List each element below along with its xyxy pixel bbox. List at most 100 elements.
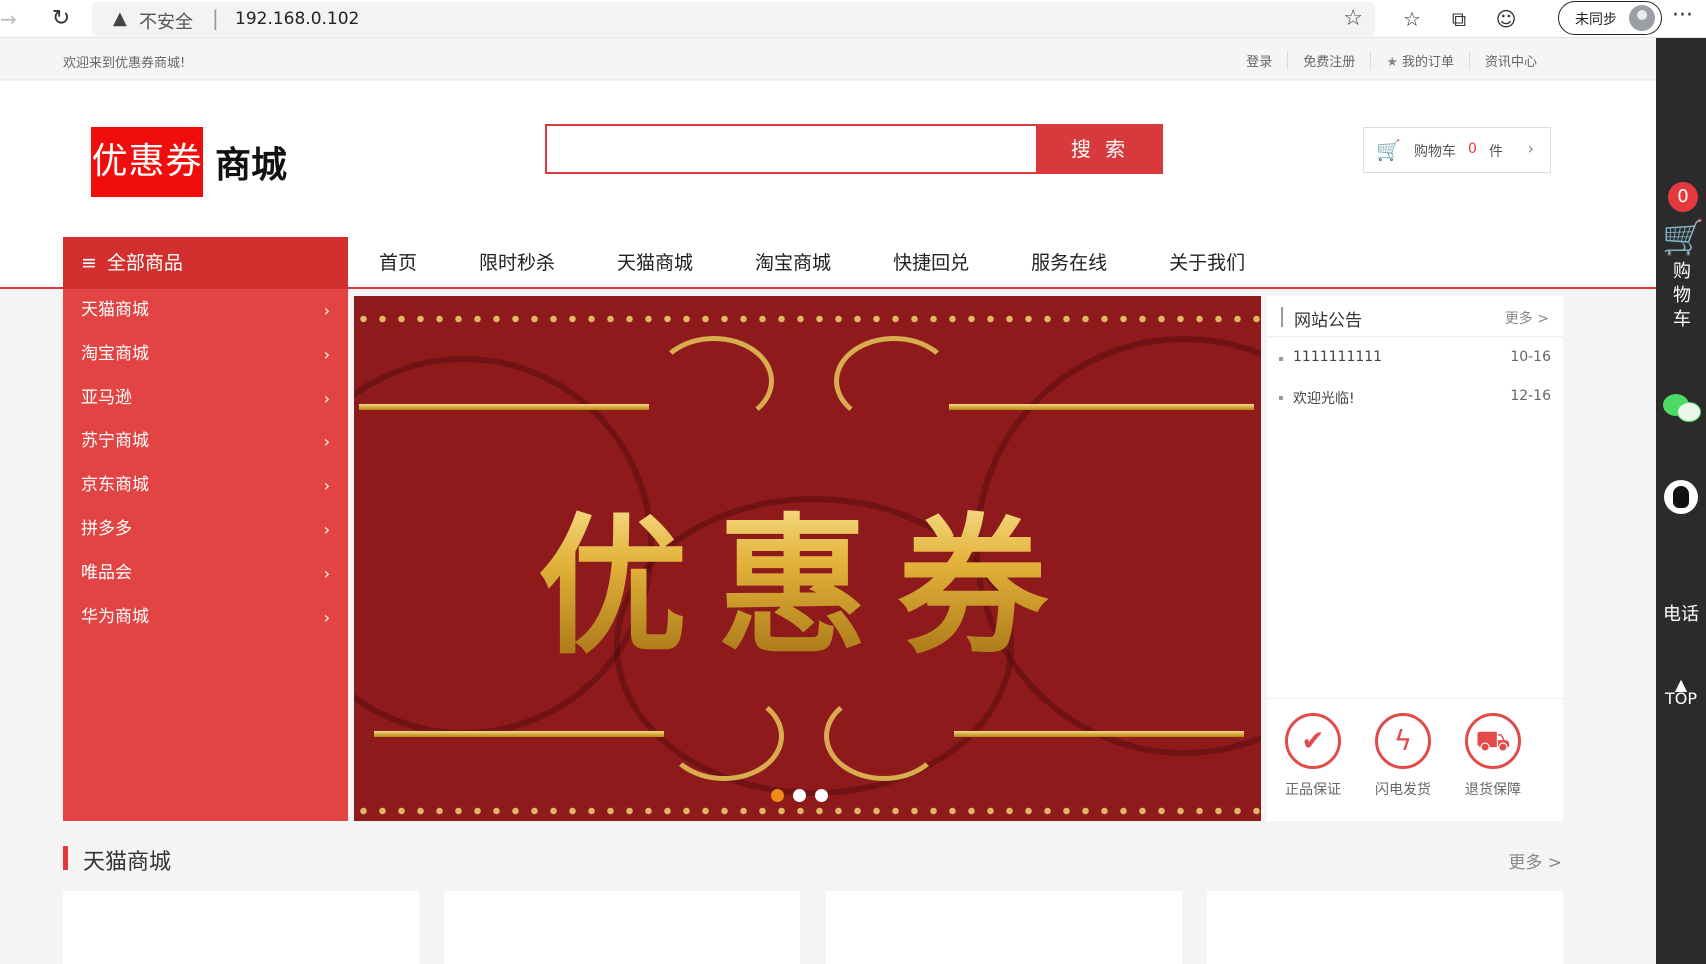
category-item[interactable]: 华为商城 › — [63, 596, 348, 640]
guarantee-item[interactable]: ϟ 闪电发货 — [1363, 713, 1443, 799]
category-item[interactable]: 唯品会 › — [63, 552, 348, 596]
category-sidebar: 天猫商城 › 淘宝商城 › 亚马逊 › 苏宁商城 › 京东商城 › 拼多多 › 唯品会 › 华… — [63, 289, 348, 821]
category-label: 淘宝商城 — [81, 343, 149, 364]
star-icon: ★ — [1386, 55, 1398, 70]
chevron-right-icon: › — [323, 519, 330, 539]
browser-toolbar: → ↻ ▲ 不安全 | 192.168.0.102 ☆ ☆ ⧉ ☺ 未同步 ··… — [0, 0, 1706, 38]
nav-taobao[interactable]: 淘宝商城 — [724, 237, 862, 289]
category-label: 天猫商城 — [81, 300, 149, 320]
all-goods-button[interactable]: ≡ 全部商品 — [63, 237, 348, 289]
product-card[interactable] — [444, 891, 800, 964]
category-label: 华为商城 — [81, 606, 149, 627]
category-label: 亚马逊 — [81, 387, 132, 408]
lightning-icon: ϟ — [1375, 713, 1431, 769]
phone-button[interactable]: 电话 — [1656, 600, 1706, 626]
section-title: 天猫商城 — [63, 844, 172, 875]
banner-dots-top — [354, 314, 1261, 324]
category-item[interactable]: 亚马逊 › — [63, 377, 348, 421]
notice-more-link[interactable]: 更多 > — [1505, 308, 1549, 328]
guarantee-label: 闪电发货 — [1375, 782, 1431, 798]
wechat-icon[interactable] — [1663, 392, 1701, 422]
guarantee-item[interactable]: ⛟ 退货保障 — [1453, 713, 1533, 799]
guarantee-item[interactable]: ✔ 正品保证 — [1273, 713, 1353, 799]
sync-label: 未同步 — [1575, 12, 1617, 28]
site-logo[interactable]: 优惠券 商城 — [91, 127, 287, 197]
category-item[interactable]: 拼多多 › — [63, 508, 348, 552]
reload-icon[interactable]: ↻ — [46, 5, 76, 33]
top-links: 登录 免费注册 ★ 我的订单 资讯中心 — [1231, 51, 1552, 70]
warning-icon: ▲ — [113, 8, 127, 29]
welcome-text: 欢迎来到优惠券商城! — [63, 56, 186, 71]
profile-sync-button[interactable]: 未同步 — [1558, 1, 1662, 35]
slide-dot-2[interactable] — [793, 789, 806, 802]
category-label: 京东商城 — [81, 475, 149, 496]
category-item[interactable]: 天猫商城 › — [63, 289, 348, 333]
banner-ornament — [834, 336, 954, 426]
notice-date: 12-16 — [1510, 388, 1551, 404]
bullet-icon — [1279, 396, 1283, 400]
notice-title: 网站公告 — [1294, 311, 1362, 331]
notice-item[interactable]: 1111111111 10-16 — [1279, 349, 1551, 371]
feedback-icon[interactable]: ☺ — [1491, 4, 1521, 34]
product-card[interactable] — [826, 891, 1182, 964]
banner-gold-line — [949, 404, 1254, 410]
nav-quick-redeem[interactable]: 快捷回兑 — [862, 237, 1000, 289]
collections-icon[interactable]: ⧉ — [1444, 4, 1474, 34]
cart-count-badge: 0 — [1668, 182, 1698, 212]
chevron-right-icon: › — [323, 388, 330, 408]
site-header: 优惠券 商城 搜 索 🛒 购物车 0 件 › — [0, 81, 1656, 237]
address-bar[interactable]: ▲ 不安全 | 192.168.0.102 ☆ — [92, 2, 1375, 36]
nav-service[interactable]: 服务在线 — [1000, 237, 1138, 289]
login-link[interactable]: 登录 — [1231, 51, 1287, 70]
url-text[interactable]: 192.168.0.102 — [235, 9, 359, 29]
notice-item[interactable]: 欢迎光临! 12-16 — [1279, 388, 1551, 410]
my-orders-label: 我的订单 — [1401, 55, 1454, 70]
category-item[interactable]: 京东商城 › — [63, 464, 348, 508]
right-float-bar: 0 🛒 购物车 电话 ▲ TOP — [1656, 38, 1706, 964]
qq-icon[interactable] — [1664, 480, 1698, 514]
product-card[interactable] — [63, 891, 419, 964]
chevron-right-icon: › — [323, 607, 330, 627]
section-more-link[interactable]: 更多 > — [1508, 848, 1562, 873]
search-button[interactable]: 搜 索 — [1037, 124, 1163, 174]
favorites-list-icon[interactable]: ☆ — [1397, 4, 1427, 34]
back-to-top-button[interactable]: ▲ TOP — [1656, 677, 1706, 707]
back-arrow-icon[interactable]: → — [0, 5, 22, 33]
category-label: 拼多多 — [81, 518, 132, 539]
nav-tmall[interactable]: 天猫商城 — [586, 237, 724, 289]
slide-dot-3[interactable] — [815, 789, 828, 802]
favorite-star-icon[interactable]: ☆ — [1343, 6, 1363, 31]
notice-text: 1111111111 — [1293, 349, 1383, 365]
banner-gold-line — [374, 731, 664, 737]
guarantee-label: 退货保障 — [1465, 782, 1521, 798]
insecure-label: 不安全 — [139, 12, 193, 33]
cart-unit: 件 — [1489, 144, 1503, 160]
news-center-link[interactable]: 资讯中心 — [1468, 51, 1552, 70]
menu-icon: ≡ — [81, 252, 97, 274]
banner-ornament — [664, 691, 784, 781]
category-item[interactable]: 苏宁商城 › — [63, 420, 348, 464]
product-card[interactable] — [1207, 891, 1563, 964]
shield-check-icon: ✔ — [1285, 713, 1341, 769]
register-link[interactable]: 免费注册 — [1287, 51, 1370, 70]
cart-icon[interactable]: 🛒 — [1662, 218, 1704, 258]
nav-flash-sale[interactable]: 限时秒杀 — [448, 237, 586, 289]
header-cart-button[interactable]: 🛒 购物车 0 件 › — [1363, 127, 1551, 173]
notice-text: 欢迎光临! — [1293, 391, 1355, 407]
chevron-right-icon: › — [323, 301, 330, 320]
nav-about[interactable]: 关于我们 — [1138, 237, 1276, 289]
nav-home[interactable]: 首页 — [348, 237, 448, 289]
banner-dots-bottom — [354, 806, 1261, 816]
more-menu-icon[interactable]: ··· — [1672, 3, 1693, 28]
chevron-right-icon: › — [323, 563, 330, 583]
search-input[interactable] — [545, 124, 1038, 174]
cart-icon: 🛒 — [1376, 138, 1401, 162]
my-orders-link[interactable]: ★ 我的订单 — [1370, 51, 1469, 70]
category-item[interactable]: 淘宝商城 › — [63, 333, 348, 377]
sidebar-cart-label[interactable]: 购物车 — [1670, 260, 1694, 332]
banner-gold-line — [359, 404, 649, 410]
section-title-text: 天猫商城 — [83, 850, 172, 875]
chevron-right-icon: › — [323, 344, 330, 364]
hero-banner[interactable]: 优惠券 — [354, 296, 1261, 821]
slide-dot-1[interactable] — [771, 789, 784, 802]
